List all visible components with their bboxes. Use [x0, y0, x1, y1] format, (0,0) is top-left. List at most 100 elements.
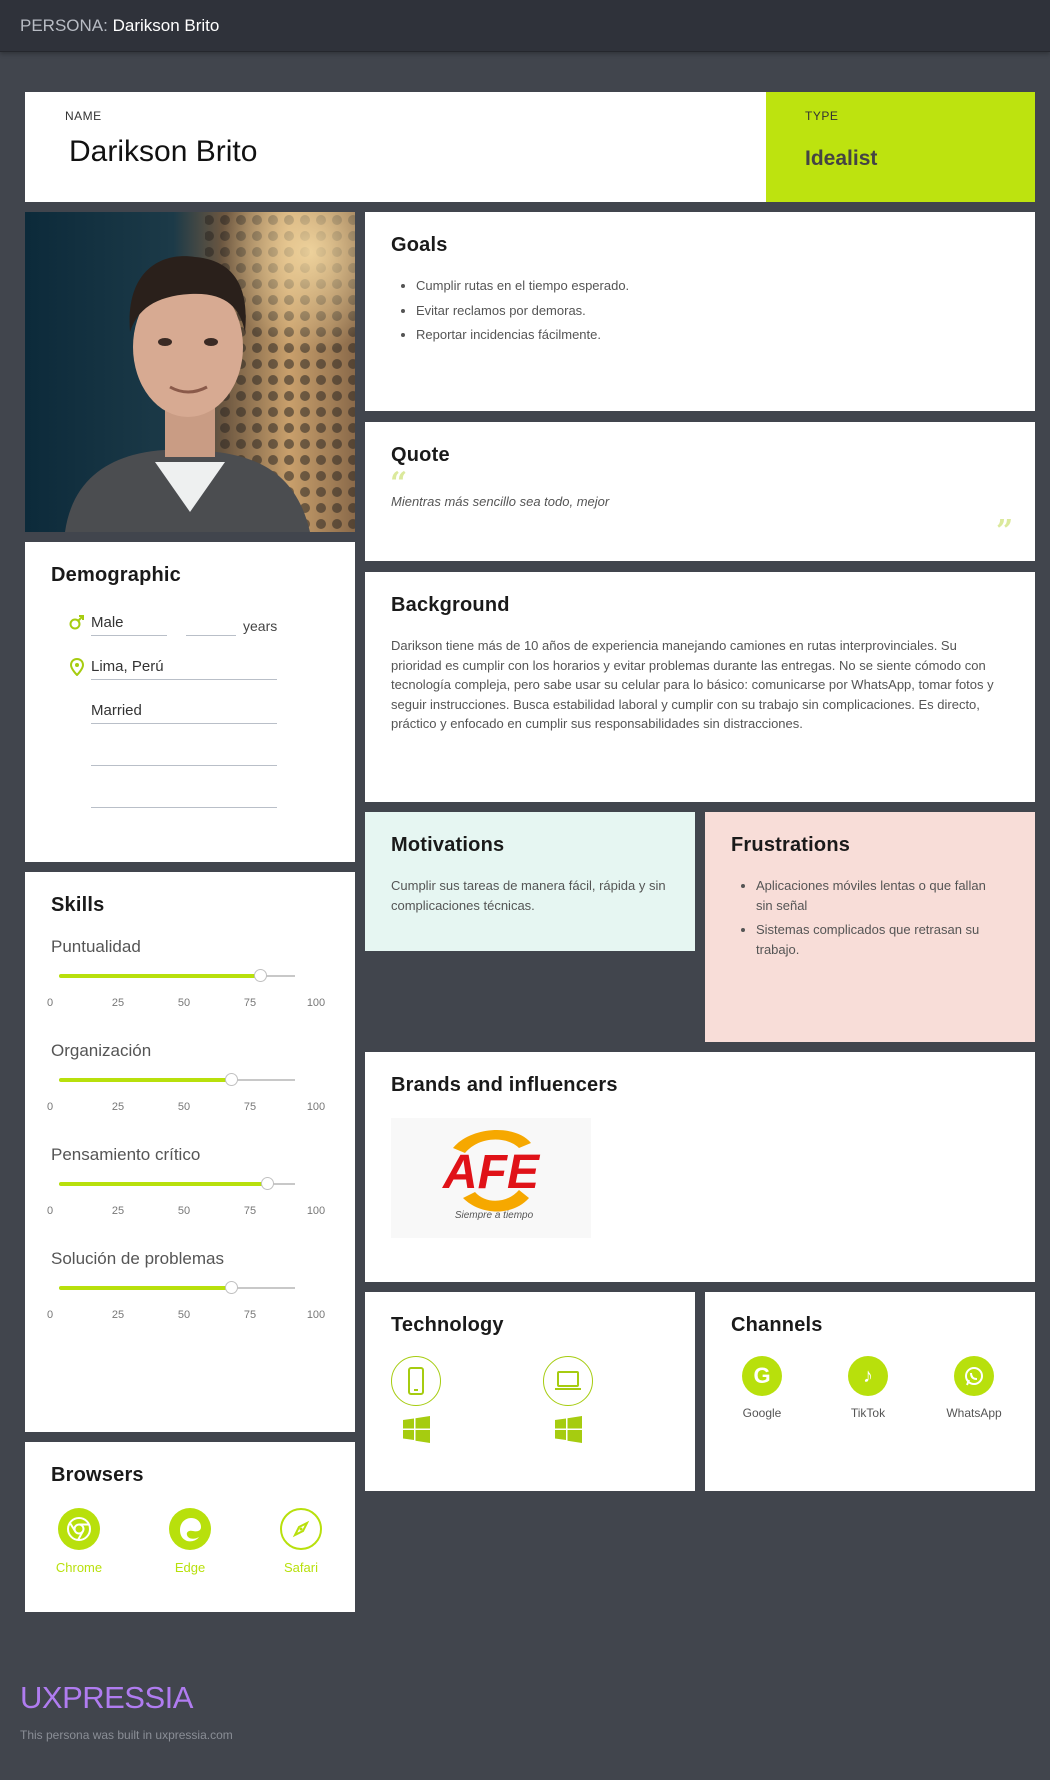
age-unit: years: [243, 618, 278, 634]
skill-slider-thumb[interactable]: [260, 1177, 274, 1190]
skill-tick-label: 50: [177, 1309, 191, 1321]
windows-icon[interactable]: [403, 1416, 430, 1443]
top-bar: PERSONA: Darikson Brito: [0, 0, 1050, 52]
uxpressia-logo[interactable]: UXPRESSIA: [20, 1680, 193, 1716]
browsers-title: Browsers: [51, 1464, 144, 1486]
goals-list: Cumplir rutas en el tiempo esperado. Evi…: [391, 274, 629, 348]
background-card: Background Darikson tiene más de 10 años…: [365, 572, 1035, 802]
close-quote-icon: ”: [996, 514, 1014, 549]
brands-title: Brands and influencers: [391, 1074, 618, 1096]
persona-title: PERSONA: Darikson Brito: [20, 16, 220, 35]
skill-tick-label: 25: [111, 1205, 125, 1217]
browser-label: Safari: [284, 1560, 318, 1575]
goal-item[interactable]: Cumplir rutas en el tiempo esperado.: [416, 274, 629, 299]
skill-tick-label: 100: [306, 1205, 326, 1217]
type-card: TYPE Idealist: [766, 92, 1035, 202]
goals-title: Goals: [391, 234, 448, 256]
edge-icon[interactable]: [169, 1508, 211, 1550]
skill-name: Solución de problemas: [51, 1249, 224, 1268]
skill-slider-thumb[interactable]: [253, 969, 267, 982]
persona-photo[interactable]: [25, 212, 355, 532]
marital-status-field[interactable]: Married: [91, 702, 277, 724]
location-pin-icon: [70, 658, 84, 676]
skill-tick-label: 75: [243, 997, 257, 1009]
chrome-icon[interactable]: [58, 1508, 100, 1550]
frustrations-title: Frustrations: [731, 834, 851, 856]
frustration-item[interactable]: Aplicaciones móviles lentas o que fallan…: [756, 876, 1001, 916]
browsers-card: Browsers Chrome Edge Safari: [25, 1442, 355, 1612]
background-title: Background: [391, 594, 510, 616]
skill-tick-label: 75: [243, 1101, 257, 1113]
afe-logo-text: AFE: [442, 1146, 541, 1199]
background-text[interactable]: Darikson tiene más de 10 años de experie…: [391, 636, 1001, 734]
quote-card: Quote “ Mientras más sencillo sea todo, …: [365, 422, 1035, 561]
type-label: TYPE: [805, 109, 839, 123]
channels-card: Channels G Google ♪ TikTok WhatsApp: [705, 1292, 1035, 1491]
skill-slider-thumb[interactable]: [225, 1073, 239, 1086]
technology-card: Technology: [365, 1292, 695, 1491]
skill-slider-fill: [59, 974, 260, 978]
skill-name: Pensamiento crítico: [51, 1145, 201, 1164]
skill-slider-fill: [59, 1182, 267, 1186]
goal-item[interactable]: Reportar incidencias fácilmente.: [416, 323, 629, 348]
skill-tick-label: 50: [177, 1101, 191, 1113]
motivations-title: Motivations: [391, 834, 505, 856]
name-label: NAME: [65, 109, 102, 123]
male-icon: [69, 615, 84, 630]
skill-name: Puntualidad: [51, 937, 141, 956]
channel-label: WhatsApp: [946, 1406, 1002, 1420]
demographic-card: Demographic Male years Lima, Perú Marrie…: [25, 542, 355, 862]
skill-tick-label: 25: [111, 1309, 125, 1321]
frustrations-list: Aplicaciones móviles lentas o que fallan…: [731, 876, 1001, 960]
whatsapp-icon[interactable]: [954, 1356, 994, 1396]
windows-icon[interactable]: [555, 1416, 582, 1443]
channel-label: TikTok: [850, 1406, 886, 1420]
gender-field[interactable]: Male: [91, 614, 167, 636]
skill-tick-label: 0: [46, 1205, 54, 1217]
name-card: NAME Darikson Brito: [25, 92, 766, 202]
location-field[interactable]: Lima, Perú: [91, 658, 277, 680]
skill-tick-label: 75: [243, 1309, 257, 1321]
quote-title: Quote: [391, 444, 450, 466]
quote-text[interactable]: Mientras más sencillo sea todo, mejor: [391, 494, 609, 509]
skill-tick-label: 0: [46, 1309, 54, 1321]
goal-item[interactable]: Evitar reclamos por demoras.: [416, 299, 629, 324]
google-icon[interactable]: G: [742, 1356, 782, 1396]
skills-title: Skills: [51, 894, 105, 916]
channels-title: Channels: [731, 1314, 823, 1336]
tiktok-icon[interactable]: ♪: [848, 1356, 888, 1396]
afe-logo[interactable]: AFE Siempre a tiempo: [391, 1118, 591, 1238]
frustration-item[interactable]: Sistemas complicados que retrasan su tra…: [756, 920, 1001, 960]
skills-card: Skills Puntualidad 0 25 50 75 100 Organización…: [25, 872, 355, 1432]
skill-tick-label: 0: [46, 1101, 54, 1113]
demographic-title: Demographic: [51, 564, 182, 586]
skill-slider-thumb[interactable]: [225, 1281, 239, 1294]
skill-tick-label: 100: [306, 997, 326, 1009]
persona-type[interactable]: Idealist: [805, 147, 877, 171]
motivations-text[interactable]: Cumplir sus tareas de manera fácil, rápi…: [391, 876, 676, 916]
demographic-extra-field[interactable]: [91, 744, 277, 766]
skill-tick-label: 100: [306, 1101, 326, 1113]
motivations-card: Motivations Cumplir sus tareas de manera…: [365, 812, 695, 951]
brands-card: Brands and influencers AFE Siempre a tie…: [365, 1052, 1035, 1282]
goals-card: Goals Cumplir rutas en el tiempo esperad…: [365, 212, 1035, 411]
browser-label: Chrome: [55, 1560, 103, 1575]
skill-tick-label: 75: [243, 1205, 257, 1217]
phone-icon[interactable]: [391, 1356, 441, 1406]
channel-label: Google: [742, 1406, 782, 1420]
skill-tick-label: 25: [111, 997, 125, 1009]
skill-tick-label: 50: [177, 997, 191, 1009]
skill-name: Organización: [51, 1041, 152, 1060]
demographic-extra-field[interactable]: [91, 786, 277, 808]
persona-name[interactable]: Darikson Brito: [69, 135, 257, 169]
afe-logo-tagline: Siempre a tiempo: [455, 1210, 534, 1221]
skill-tick-label: 25: [111, 1101, 125, 1113]
age-field[interactable]: [186, 614, 236, 636]
laptop-icon[interactable]: [543, 1356, 593, 1406]
safari-icon[interactable]: [280, 1508, 322, 1550]
footer-note: This persona was built in uxpressia.com: [20, 1728, 233, 1742]
skill-tick-label: 50: [177, 1205, 191, 1217]
browser-label: Edge: [174, 1560, 206, 1575]
frustrations-card: Frustrations Aplicaciones móviles lentas…: [705, 812, 1035, 1042]
skill-tick-label: 0: [46, 997, 54, 1009]
